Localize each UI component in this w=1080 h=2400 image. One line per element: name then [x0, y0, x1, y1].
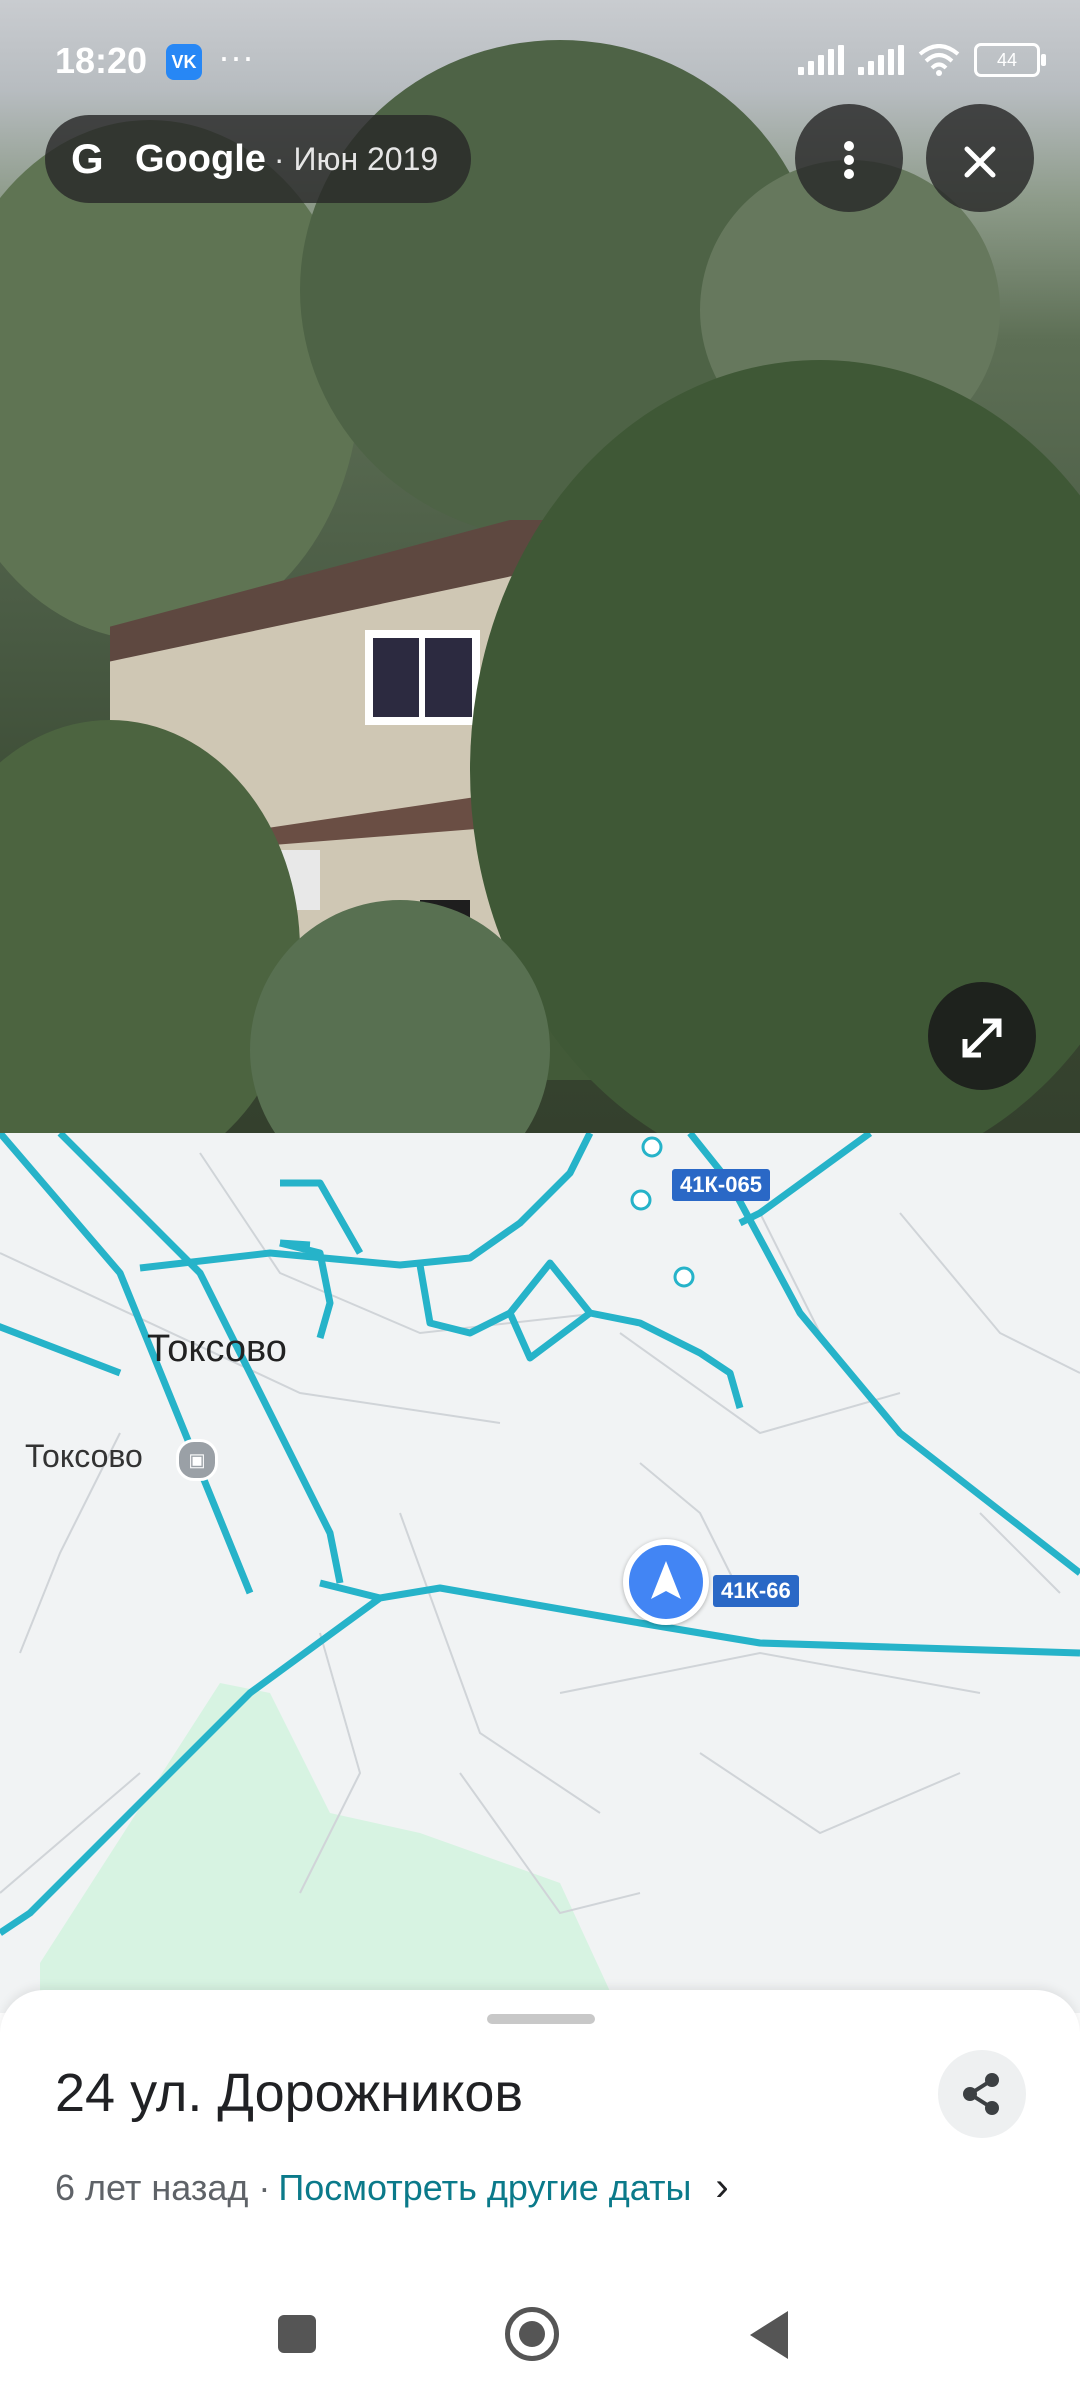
battery-icon: 44	[974, 43, 1046, 77]
train-station-icon[interactable]: ▣	[176, 1439, 218, 1481]
home-button[interactable]	[505, 2307, 559, 2361]
drag-handle[interactable]	[487, 2014, 595, 2024]
wifi-icon	[918, 44, 960, 76]
road-shield: 41К-065	[672, 1169, 770, 1201]
google-icon: G	[71, 135, 104, 182]
place-address: 24 ул. Дорожников	[55, 2063, 524, 2123]
location-arrow-icon[interactable]	[623, 1539, 709, 1625]
chevron-right-icon[interactable]: ›	[715, 2165, 728, 2210]
station-label[interactable]: Токсово	[25, 1438, 143, 1475]
signal-icon	[798, 45, 844, 75]
map-view[interactable]: Токсово Токсово ▣ 41К-065 41К-66	[0, 1133, 1080, 2013]
more-notifications-icon: ···	[218, 36, 254, 77]
expand-icon	[962, 1018, 1002, 1058]
signal-icon	[858, 45, 904, 75]
imagery-info-chip[interactable]: G Google · Июн 2019	[45, 115, 471, 203]
other-dates-link[interactable]: Посмотреть другие даты	[278, 2167, 691, 2209]
map-roads	[0, 1133, 1080, 2013]
imagery-date: · Июн 2019	[273, 140, 439, 177]
system-nav-bar	[0, 2285, 1080, 2400]
town-label[interactable]: Токсово	[147, 1328, 287, 1371]
vk-icon: VK	[166, 44, 202, 80]
more-vertical-icon	[844, 141, 854, 180]
status-bar: 18:20 VK ··· 44	[0, 0, 1080, 120]
road-shield: 41К-66	[713, 1575, 799, 1607]
recent-apps-button[interactable]	[278, 2315, 316, 2353]
close-icon	[964, 146, 996, 178]
close-button[interactable]	[926, 104, 1034, 212]
share-icon	[963, 2073, 999, 2115]
share-button[interactable]	[938, 2050, 1026, 2138]
back-button[interactable]	[750, 2311, 788, 2359]
more-options-button[interactable]	[795, 104, 903, 212]
expand-button[interactable]	[928, 982, 1036, 1090]
status-time: 18:20	[55, 40, 148, 81]
imagery-age-row: 6 лет назад · Посмотреть другие даты ›	[55, 2165, 729, 2210]
imagery-age: 6 лет назад ·	[55, 2166, 271, 2208]
google-brand: Google	[135, 137, 266, 180]
